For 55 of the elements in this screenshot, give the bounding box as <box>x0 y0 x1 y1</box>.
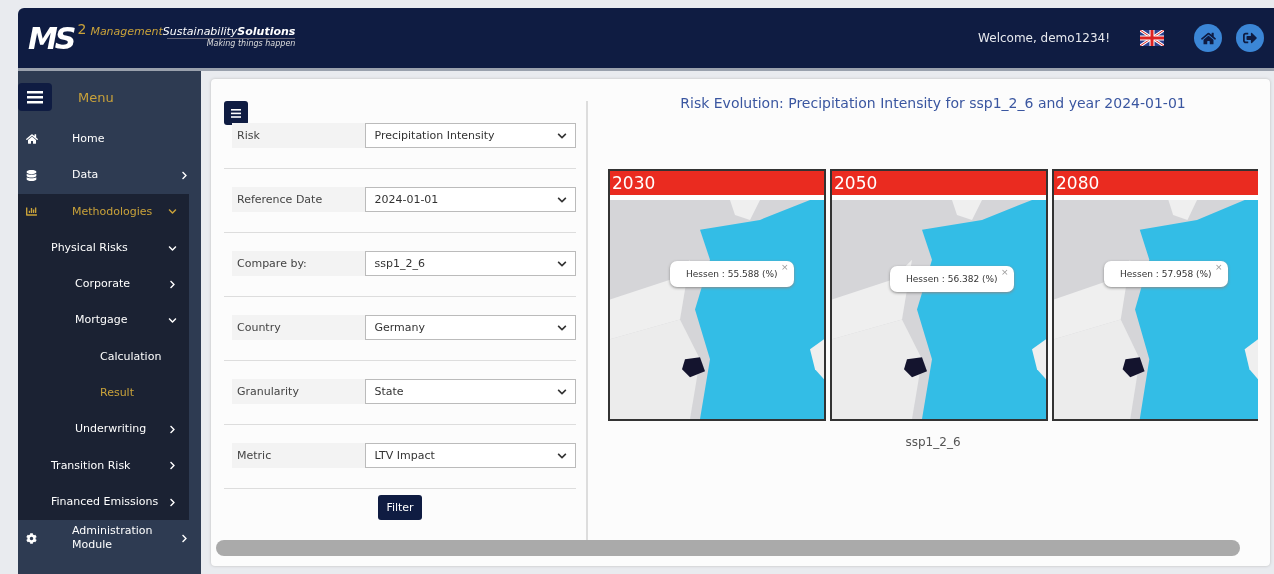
chevron-down-icon <box>557 450 567 461</box>
menu-item[interactable]: Administration Module <box>18 520 201 557</box>
logout-icon <box>1243 31 1257 45</box>
chevron-down-icon <box>557 258 567 269</box>
chevron-down-icon <box>557 130 567 141</box>
gear-icon <box>26 532 37 544</box>
menu-icon <box>27 90 43 104</box>
select-field[interactable]: Precipitation Intensity <box>365 123 576 148</box>
menu-button[interactable] <box>18 83 52 111</box>
menu-item[interactable]: Financed Emissions <box>18 483 189 521</box>
select-field[interactable]: State <box>365 379 576 404</box>
menu-item[interactable]: Methodologies <box>18 193 189 230</box>
year-label: 2050 <box>832 171 1046 195</box>
menu-item[interactable]: Transition Risk <box>18 447 189 484</box>
menu-icon <box>231 108 241 118</box>
tooltip-text: Hessen : 56.382 (%) <box>906 274 998 284</box>
field-label: Reference Date <box>232 187 366 212</box>
home-icon <box>1200 30 1216 46</box>
chevron-down-icon <box>557 386 567 397</box>
menu-item[interactable]: Mortgage <box>18 302 189 339</box>
menu-item[interactable]: Corporate <box>18 266 189 303</box>
menu-item[interactable]: Result <box>18 375 189 412</box>
menu-item[interactable]: Data <box>18 157 201 194</box>
year-label: 2080 <box>1054 171 1258 195</box>
select-field[interactable]: Germany <box>365 315 576 340</box>
chart-title: Risk Evolution: Precipitation Intensity for ssp1_2_6 and year 2024-01-01 <box>680 95 1186 111</box>
field-label: Metric <box>232 443 366 468</box>
scrollbar[interactable] <box>216 540 1240 556</box>
menu-item[interactable]: Calculation <box>18 338 189 376</box>
menu-item[interactable]: Home <box>18 121 201 158</box>
field-label: Granularity <box>232 379 366 404</box>
filter-toggle-button[interactable] <box>224 101 248 125</box>
menu-title: Menu <box>78 89 114 105</box>
field-label: Risk <box>232 123 366 148</box>
menu-item[interactable]: Underwriting <box>18 411 189 448</box>
select-field[interactable]: ssp1_2_6 <box>365 251 576 276</box>
chart-icon <box>26 206 37 218</box>
filter-button[interactable]: Filter <box>378 495 422 520</box>
map-caption: ssp1_2_6 <box>905 435 961 449</box>
flag-icon[interactable] <box>1140 30 1164 46</box>
field-label: Compare by: <box>232 251 366 276</box>
field-label: Country <box>232 315 366 340</box>
tooltip-text: Hessen : 57.958 (%) <box>1120 269 1212 279</box>
select-field[interactable]: LTV Impact <box>365 443 576 468</box>
year-label: 2030 <box>610 171 824 195</box>
select-field[interactable]: 2024-01-01 <box>365 187 576 212</box>
home-button[interactable] <box>1194 24 1222 52</box>
home-icon <box>26 133 38 146</box>
chevron-down-icon <box>557 194 567 205</box>
menu-item[interactable]: Physical Risks <box>18 229 189 267</box>
welcome-text: Welcome, demo1234! <box>978 31 1110 45</box>
database-icon <box>26 169 37 181</box>
chevron-down-icon <box>557 322 567 333</box>
logout-button[interactable] <box>1236 24 1264 52</box>
tooltip-text: Hessen : 55.588 (%) <box>686 269 778 279</box>
